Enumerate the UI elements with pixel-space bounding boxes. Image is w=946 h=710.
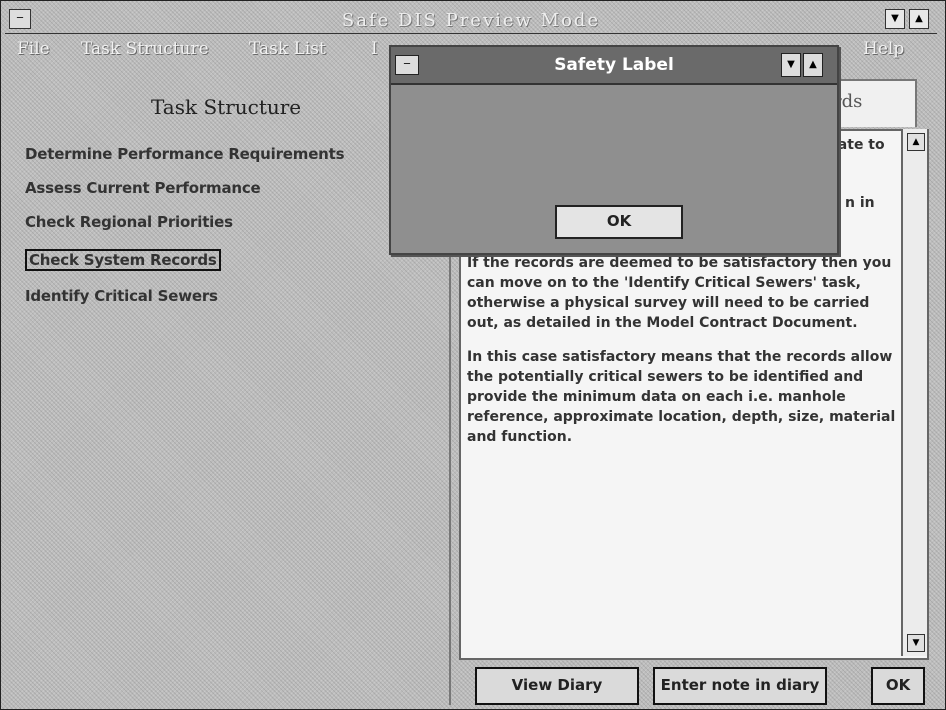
maximize-button[interactable]: ▲ (909, 9, 929, 29)
title-bar: ─ Safe DIS Preview Mode ▼ ▲ (5, 5, 937, 34)
dialog-maximize-button[interactable]: ▲ (803, 53, 823, 77)
scroll-up-icon[interactable]: ▲ (907, 133, 925, 151)
dialog-minimize-button[interactable]: ▼ (781, 53, 801, 77)
task-item[interactable]: Determine Performance Requirements (25, 145, 345, 163)
dialog-ok-button[interactable]: OK (555, 205, 683, 239)
menu-help[interactable]: Help (863, 39, 904, 59)
ok-button[interactable]: OK (871, 667, 925, 705)
view-diary-button[interactable]: View Diary (475, 667, 639, 705)
text-snippet-top: late to (833, 137, 885, 153)
menu-task-structure[interactable]: Task Structure (81, 39, 209, 59)
menu-item-partial[interactable]: I (371, 39, 378, 59)
task-item[interactable]: Assess Current Performance (25, 179, 261, 197)
scroll-down-icon[interactable]: ▼ (907, 634, 925, 652)
paragraph: In this case satisfactory means that the… (467, 349, 896, 445)
task-structure-heading: Task Structure (151, 95, 302, 119)
task-item[interactable]: Identify Critical Sewers (25, 287, 218, 305)
dialog-title-bar: ─ Safety Label ▼ ▲ (391, 47, 837, 85)
menu-file[interactable]: File (17, 39, 50, 59)
enter-note-button[interactable]: Enter note in diary (653, 667, 827, 705)
main-window: ─ Safe DIS Preview Mode ▼ ▲ File Task St… (0, 0, 946, 710)
menu-task-list[interactable]: Task List (249, 39, 326, 59)
guidance-text: If the records are deemed to be satisfac… (467, 253, 897, 461)
safety-label-dialog: ─ Safety Label ▼ ▲ OK (389, 45, 839, 255)
dialog-title: Safety Label (554, 55, 674, 75)
task-item[interactable]: Check Regional Priorities (25, 213, 233, 231)
window-title: Safe DIS Preview Mode (341, 10, 601, 31)
text-snippet-mid: n in (845, 195, 875, 211)
task-item-selected[interactable]: Check System Records (25, 249, 221, 271)
minimize-button[interactable]: ▼ (885, 9, 905, 29)
paragraph: If the records are deemed to be satisfac… (467, 255, 892, 331)
vertical-scrollbar[interactable]: ▲ ▼ (901, 129, 927, 656)
